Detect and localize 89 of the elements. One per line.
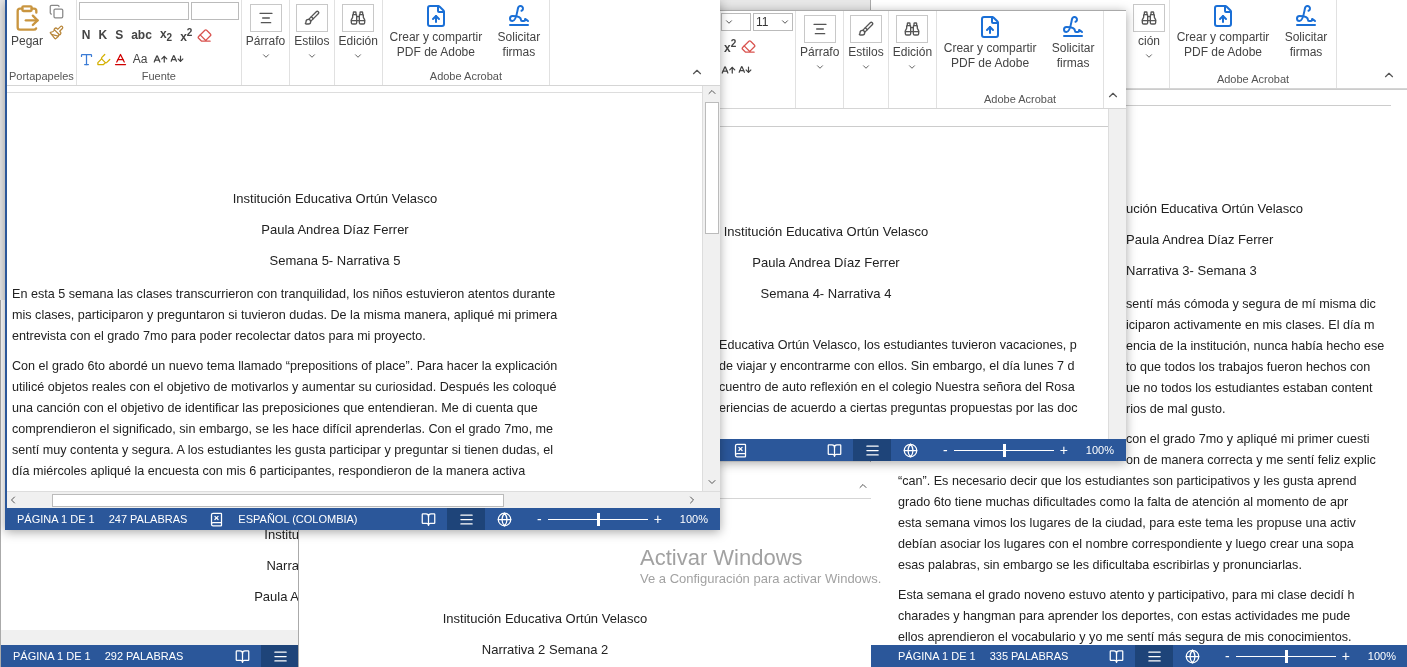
ribbon-button[interactable]: Párrafo bbox=[798, 15, 842, 72]
document-heading: Paula Andrea Díaz Ferrer bbox=[1126, 231, 1275, 249]
ribbon-button[interactable]: Edición bbox=[890, 15, 935, 72]
text-line: charades y hangman para aprender los deportes, con estas actividades me pude bbox=[898, 608, 1351, 625]
text-line: En esta 5 semana las clases transcurrieron con tranquilidad, los niños estuvieron atentos durante bbox=[12, 286, 556, 303]
text-line: eriencias de acuerdo a ciertas preguntas propuestas por las doc bbox=[719, 400, 1078, 417]
text-line: rios de mal gusto. bbox=[1126, 401, 1226, 418]
text-line: entrevista con el grado 7mo para poder recolectar datos para mi proyecto. bbox=[12, 328, 426, 345]
text-line: mis clases, participaron y preguntaron si tuvieron dudas. De la misma manera, apliqué mi primera bbox=[12, 307, 558, 324]
text-line: día miércoles apliqué la encuesta con mis 6 participantes, respondieron de la manera activa bbox=[12, 463, 526, 480]
zoom-out-button[interactable]: - bbox=[537, 511, 542, 527]
document-heading: ución Educativa Ortún Velasco bbox=[1126, 200, 1305, 218]
ribbon-button[interactable]: Crear y compartir PDF de Adobe bbox=[1172, 4, 1274, 60]
page-count: PÁGINA 1 DE 1 bbox=[898, 650, 976, 662]
document-heading: Semana 4- Narrativa 4 bbox=[760, 285, 892, 303]
text-line: utilicé objetos reales con el objetivo de motivarlos y aumentar su curiosidad. Después les coloqué bbox=[12, 379, 557, 396]
activation-hint: Ve a Configuración para activar Windows. bbox=[640, 571, 882, 586]
ribbon-button[interactable]: Párrafo bbox=[243, 4, 288, 61]
zoom-in-button[interactable]: + bbox=[653, 511, 662, 527]
group-label: Adobe Acrobat bbox=[1215, 73, 1291, 87]
document-heading: Institución Educativa Ortún Velasco bbox=[723, 223, 929, 241]
text-line: “can”. Es necesario decir que los estudiantes son participativos y les gusta aprend bbox=[898, 473, 1357, 490]
text-line: on de manera correcta y me sentí feliz explic bbox=[1126, 452, 1376, 469]
word-count: 292 PALABRAS bbox=[104, 650, 184, 662]
text-line: esta semana vimos los lugares de la ciudad, para este tema les propuse una activ bbox=[898, 515, 1356, 532]
document-heading: Paula Andrea Díaz Ferrer bbox=[261, 221, 409, 239]
document-heading: Narrativa 3- Semana 3 bbox=[1126, 262, 1258, 280]
zoom-out-button[interactable]: - bbox=[1225, 648, 1230, 664]
document-heading: Paula Andrea Díaz Ferrer bbox=[752, 254, 900, 272]
format-button[interactable]: x$^{2}$ bbox=[177, 26, 196, 44]
document-heading: Institu bbox=[264, 526, 299, 544]
text-line: to que todos los trabajos fueron hechos con bbox=[1126, 359, 1371, 376]
format-button[interactable]: x$_{2}$ bbox=[156, 26, 176, 44]
text-line: esas palabras, sin embargo se les dificultaba escribirlas y pronunciarlas. bbox=[898, 557, 1302, 574]
format-button[interactable]: S bbox=[112, 28, 127, 42]
zoom-in-button[interactable]: + bbox=[1341, 648, 1350, 664]
document-heading: Narra bbox=[266, 557, 299, 575]
document-heading: Paula A bbox=[254, 588, 299, 606]
zoom-out-button[interactable]: - bbox=[943, 442, 948, 458]
text-line: Educativa Ortún Velasco, los estudiantes tuvieron vacaciones, p bbox=[719, 337, 1077, 354]
document-heading: Narrativa 2 Semana 2 bbox=[481, 641, 609, 659]
group-label: Portapapeles bbox=[9, 70, 74, 84]
language[interactable]: ESPAÑOL (COLOMBIA) bbox=[238, 513, 358, 525]
text-line: de viajar y encontrarme con ellos. Sin embargo, el día lunes 7 d bbox=[719, 358, 1075, 375]
page-count: PÁGINA 1 DE 1 bbox=[13, 650, 91, 662]
text-line: debían asociar los lugares con el nombre correspondiente y luego crear una sopa bbox=[898, 536, 1354, 553]
text-line: comprendieron el significado, sin embargo, se les hace difícil aprenderlas. Con el grado 7mo, me bbox=[12, 421, 554, 438]
font-size-field[interactable]: 11 bbox=[753, 13, 793, 31]
ribbon-button[interactable]: ción bbox=[1131, 4, 1167, 61]
zoom-level: 100% bbox=[1367, 650, 1396, 662]
page-count: PÁGINA 1 DE 1 bbox=[17, 513, 95, 525]
text-line: grado 6to tiene muchas dificultades como la falta de atención al momento de apr bbox=[898, 494, 1349, 511]
word-count: 247 PALABRAS bbox=[108, 513, 188, 525]
format-button[interactable]: x$^{2}$ bbox=[721, 37, 740, 55]
format-button[interactable]: K bbox=[95, 28, 111, 42]
activation-title: Activar Windows bbox=[640, 545, 804, 571]
ribbon-button[interactable]: Edición bbox=[336, 4, 380, 61]
document-heading: Institución Educativa Ortún Velasco bbox=[232, 190, 438, 208]
format-button[interactable]: abc bbox=[128, 28, 155, 42]
word-count: 335 PALABRAS bbox=[989, 650, 1069, 662]
zoom-level: 100% bbox=[1085, 444, 1114, 456]
text-line: ellos aprendieron el vocabulario y yo me sentí más segura de mis conocimientos. bbox=[898, 629, 1352, 646]
text-line: Con el grado 6to abordé un nuevo tema llamado “prepositions of place”. Para hacer la explicación bbox=[12, 358, 558, 375]
ribbon-button[interactable]: Crear y compartir PDF de Adobe bbox=[939, 15, 1042, 71]
text-line: con el grado 7mo y apliqué mi primer cuesti bbox=[1126, 431, 1370, 448]
text-line: sentí muy contenta y segura. A los estudiantes les gusta participar y preguntar si tienen dudas, el bbox=[12, 442, 554, 459]
zoom-in-button[interactable]: + bbox=[1059, 442, 1068, 458]
change-case-button[interactable]: Aa bbox=[129, 52, 151, 66]
text-line: ue no todos los estudiantes estaban content bbox=[1126, 380, 1373, 397]
group-label: Adobe Acrobat bbox=[428, 70, 503, 84]
group-label: Adobe Acrobat bbox=[982, 93, 1058, 107]
ribbon-button[interactable]: Estilos bbox=[292, 4, 332, 61]
group-label: Fuente bbox=[140, 70, 177, 84]
ribbon-button[interactable]: Solicitar firmas bbox=[1278, 4, 1334, 60]
document-heading: Institución Educativa Ortún Velasco bbox=[442, 610, 648, 628]
ribbon-button[interactable]: Solicitar firmas bbox=[1045, 15, 1102, 71]
ribbon-button[interactable]: Solicitar firmas bbox=[490, 4, 547, 60]
paste-button[interactable]: Pegar bbox=[9, 4, 46, 49]
document-heading: Semana 5- Narrativa 5 bbox=[269, 252, 401, 270]
text-line: encia de la institución, nunca había hecho ese bbox=[1126, 338, 1385, 355]
zoom-level: 100% bbox=[679, 513, 708, 525]
text-line: Esta semana el grado noveno estuvo atento y participativo, para mi clase decidí h bbox=[898, 587, 1355, 604]
text-line: cuentro de auto reflexión en el colegio Nuestra señora del Rosa bbox=[719, 379, 1075, 396]
ribbon-button[interactable]: Crear y compartir PDF de Adobe bbox=[384, 4, 487, 60]
ribbon-button[interactable]: Estilos bbox=[846, 15, 886, 72]
text-line: sentí más cómoda y segura de mí misma dic bbox=[1126, 296, 1376, 313]
text-line: iciparon activamente en mis clases. El día m bbox=[1126, 317, 1375, 334]
format-button[interactable]: N bbox=[78, 28, 94, 42]
text-line: una canción con el objetivo de identificar las preposiciones que entendieran. Me di cuenta que bbox=[12, 400, 538, 417]
